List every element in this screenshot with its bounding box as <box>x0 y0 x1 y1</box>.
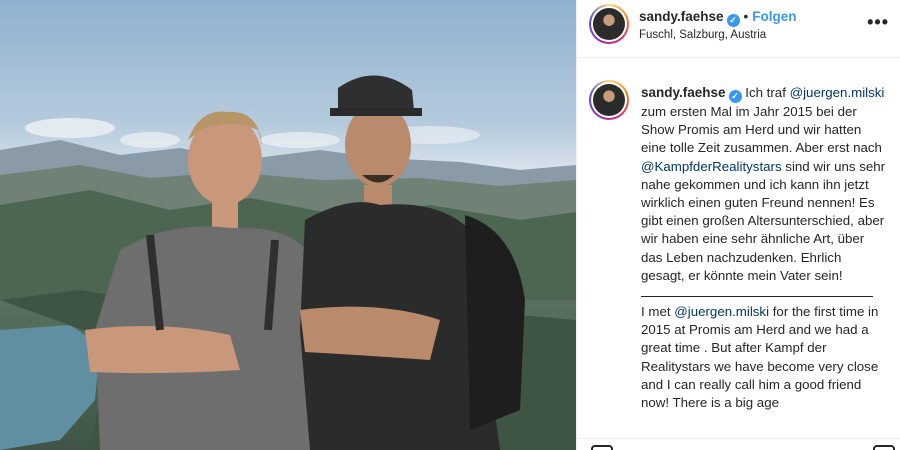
header-username[interactable]: sandy.faehse <box>639 9 724 24</box>
avatar-ring <box>591 6 627 42</box>
caption-text: for the first time in 2015 at Promis am … <box>641 304 879 411</box>
caption-avatar[interactable] <box>589 80 629 120</box>
caption-verified-badge-icon: ✓ <box>728 90 742 103</box>
header-user-line: sandy.faehse ✓ • Folgen <box>639 9 797 27</box>
caption-avatar-image <box>593 84 625 116</box>
follow-button[interactable]: Folgen <box>752 9 796 24</box>
caption-divider <box>641 285 873 298</box>
caption-avatar-ring <box>591 82 627 118</box>
caption-text: zum ersten Mal im Jahr 2015 bei der Show… <box>641 104 882 156</box>
mention-link[interactable]: @juergen.milski <box>790 85 885 100</box>
bookmark-icon[interactable] <box>873 445 895 450</box>
post-side-panel: sandy.faehse ✓ • Folgen Fuschl, Salzburg, A… <box>576 0 900 450</box>
caption-text: sind wir uns sehr nahe gekommen und ich … <box>641 158 886 283</box>
avatar-image <box>593 8 625 40</box>
avatar[interactable] <box>589 4 629 44</box>
caption-text: Ich traf <box>745 85 790 100</box>
post-header: sandy.faehse ✓ • Folgen Fuschl, Salzburg, A… <box>577 0 900 58</box>
action-bar <box>577 438 900 450</box>
caption-username[interactable]: sandy.faehse <box>641 85 726 100</box>
more-options-icon[interactable]: ••• <box>867 12 889 33</box>
separator-dot: • <box>743 9 749 24</box>
caption-text: I met <box>641 304 675 320</box>
post-caption: sandy.faehse ✓ Ich traf @juergen.milski z… <box>641 84 887 412</box>
caption-german: sandy.faehse ✓ Ich traf @juergen.milski z… <box>641 84 887 285</box>
heart-icon[interactable] <box>591 445 613 450</box>
verified-badge-icon: ✓ <box>726 14 740 27</box>
location-link[interactable]: Fuschl, Salzburg, Austria <box>639 29 766 41</box>
mention-link[interactable]: @KampfderRealitystars <box>641 159 782 174</box>
mention-link[interactable]: @juergen.milski <box>674 304 769 319</box>
comments-area[interactable]: sandy.faehse ✓ Ich traf @juergen.milski z… <box>577 80 900 436</box>
photo-scene <box>0 75 576 450</box>
caption-english: I met @juergen.milski for the first time… <box>641 303 887 412</box>
post-photo[interactable] <box>0 0 576 450</box>
